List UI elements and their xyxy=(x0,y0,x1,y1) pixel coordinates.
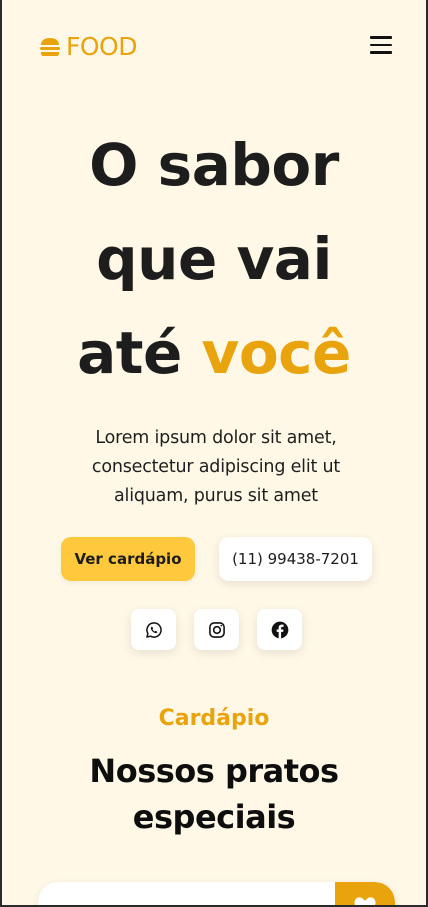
section-title-line-1: Nossos pratos xyxy=(89,752,339,790)
section-tag: Cardápio xyxy=(158,706,270,731)
hero-title: O sabor que vai até você xyxy=(2,118,426,400)
instagram-icon xyxy=(208,621,225,638)
logo-text: FOOD xyxy=(66,32,138,61)
dish-card[interactable] xyxy=(38,882,395,905)
burger-icon xyxy=(40,37,60,56)
whatsapp-icon xyxy=(145,621,162,638)
hero-description: Lorem ipsum dolor sit amet, consectetur … xyxy=(91,428,341,506)
section-title-line-2: especiais xyxy=(132,798,296,836)
view-menu-button[interactable]: Ver cardápio xyxy=(61,537,195,581)
facebook-icon xyxy=(271,621,288,638)
phone-button[interactable]: (11) 99438-7201 xyxy=(219,537,372,581)
instagram-button[interactable] xyxy=(194,609,239,650)
hero-title-line-1: O sabor xyxy=(89,131,339,199)
hero-title-line-2: que vai xyxy=(96,225,332,293)
page: FOOD O sabor que vai até você Lorem ipsu… xyxy=(0,0,428,907)
heart-icon xyxy=(354,897,376,905)
hero-title-line-3-prefix: até xyxy=(77,319,202,387)
logo[interactable]: FOOD xyxy=(38,32,138,61)
favorite-button[interactable] xyxy=(335,882,395,905)
navbar: FOOD xyxy=(2,30,426,64)
section-title: Nossos pratos especiais xyxy=(2,748,426,840)
hamburger-menu-icon[interactable] xyxy=(370,34,392,56)
whatsapp-button[interactable] xyxy=(131,609,176,650)
facebook-button[interactable] xyxy=(257,609,302,650)
hero-title-accent: você xyxy=(201,319,352,387)
